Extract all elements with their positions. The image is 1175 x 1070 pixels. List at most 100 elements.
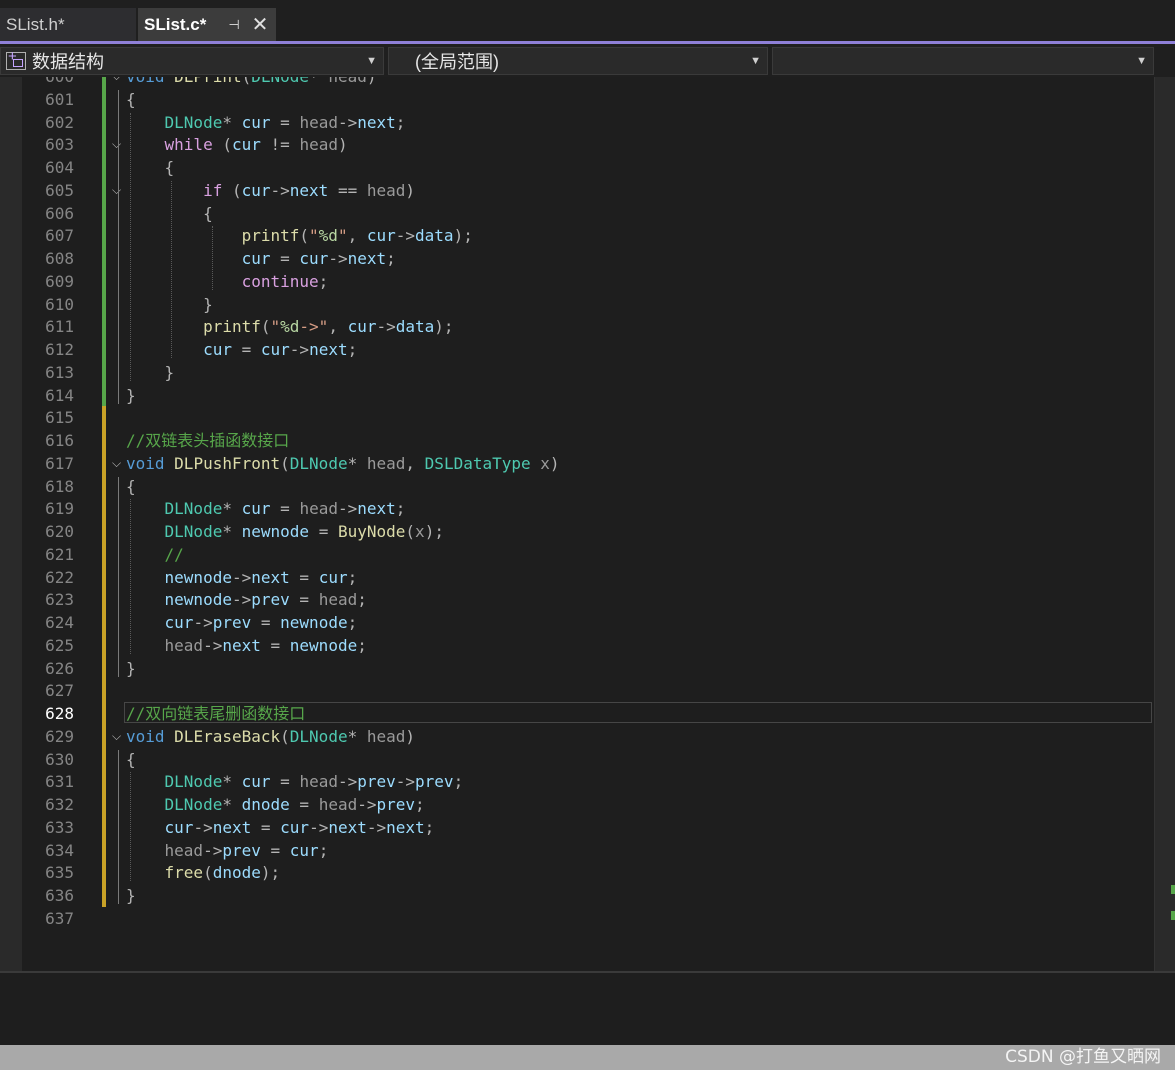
- code-token: head: [328, 77, 367, 86]
- code-text: head->next = newnode;: [126, 634, 367, 657]
- code-line[interactable]: 626}: [0, 656, 1154, 680]
- code-line[interactable]: 619 DLNode* cur = head->next;: [0, 497, 1154, 521]
- fold-toggle-icon[interactable]: ⌵: [112, 77, 121, 84]
- code-line[interactable]: 603 ⌵ while (cur != head): [0, 133, 1154, 157]
- code-token: ->: [231, 590, 252, 610]
- code-token: =: [299, 590, 310, 610]
- pin-icon[interactable]: ⊣: [224, 8, 244, 41]
- code-token: ->: [337, 112, 358, 132]
- code-line[interactable]: 624 cur->prev = newnode;: [0, 611, 1154, 634]
- code-text: DLNode* newnode = BuyNode(x);: [126, 520, 444, 543]
- line-number: 616: [45, 431, 74, 450]
- line-number: 610: [45, 294, 74, 314]
- code-line[interactable]: 607 printf("%d", cur->data);: [0, 224, 1154, 248]
- indent-guide: [130, 112, 131, 381]
- code-line[interactable]: 623 newnode->prev = head;: [0, 588, 1154, 612]
- code-line[interactable]: 614}: [0, 383, 1154, 407]
- close-icon[interactable]: ✕: [248, 8, 272, 41]
- code-line[interactable]: 629 ⌵ void DLEraseBack(DLNode* head): [0, 724, 1154, 748]
- code-line[interactable]: 637: [0, 907, 1154, 930]
- code-token: ->: [203, 840, 223, 860]
- code-line[interactable]: 636}: [0, 884, 1154, 907]
- code-line[interactable]: 609 continue;: [0, 269, 1154, 293]
- code-line[interactable]: 600 ⌵ void DLPrint(DLNode* head): [0, 77, 1154, 88]
- code-token: cur: [231, 135, 261, 155]
- code-token: if: [203, 180, 223, 200]
- tab-slist-c[interactable]: SList.c* ⊣ ✕: [138, 8, 276, 41]
- code-line[interactable]: 612 cur = cur->next;: [0, 338, 1154, 361]
- line-number: 627: [45, 681, 74, 701]
- line-number: 620: [45, 522, 74, 541]
- code-line[interactable]: 604 {: [0, 156, 1154, 179]
- code-editor[interactable]: 600⌵void DLPrint(DLNode* head)601{602 DL…: [0, 77, 1175, 971]
- code-line[interactable]: 627: [0, 679, 1154, 703]
- code-line[interactable]: 628 //双向链表尾删函数接口: [0, 702, 1154, 725]
- code-line[interactable]: 633 cur->next = cur->next->next;: [0, 815, 1154, 839]
- code-line[interactable]: 610 }: [0, 292, 1154, 316]
- code-token: ,: [347, 226, 358, 246]
- code-token: dnode: [241, 795, 290, 814]
- vertical-scrollbar[interactable]: [1154, 77, 1175, 971]
- code-line[interactable]: 601 {: [0, 87, 1154, 111]
- code-line[interactable]: 608 cur = cur->next;: [0, 247, 1154, 270]
- code-line[interactable]: 602 DLNode* cur = head->next;: [0, 110, 1154, 134]
- project-dropdown[interactable]: 数据结构 ▼: [0, 47, 384, 75]
- code-line[interactable]: 630 {: [0, 747, 1154, 771]
- code-token: BuyNode: [337, 522, 406, 541]
- code-line[interactable]: 625 head->next = newnode;: [0, 633, 1154, 657]
- fold-toggle-icon[interactable]: ⌵: [112, 729, 121, 744]
- code-token: (: [203, 863, 213, 883]
- code-token: DLNode: [289, 453, 348, 473]
- code-token: (: [280, 453, 290, 473]
- code-line[interactable]: 611 printf("%d->", cur->data);: [0, 315, 1154, 339]
- code-token: while: [164, 135, 213, 155]
- unsaved-change-marker: [102, 702, 106, 725]
- scope-dropdown[interactable]: (全局范围) ▼: [388, 47, 768, 75]
- member-dropdown[interactable]: ▼: [772, 47, 1154, 75]
- code-line[interactable]: 605 ⌵ if (cur->next == head): [0, 178, 1154, 202]
- code-line[interactable]: 635 free(dnode);: [0, 861, 1154, 885]
- code-line[interactable]: 613 }: [0, 360, 1154, 384]
- code-text: cur = cur->next;: [126, 338, 357, 361]
- tab-slist-h[interactable]: SList.h*: [0, 8, 136, 41]
- code-line[interactable]: 622 newnode->next = cur;: [0, 565, 1154, 589]
- code-token: head: [366, 726, 406, 746]
- saved-change-marker: [102, 269, 106, 293]
- code-token: DLNode: [164, 112, 223, 132]
- line-number: 630: [45, 749, 74, 769]
- code-token: ;: [357, 590, 367, 610]
- code-text: }: [126, 293, 213, 316]
- code-line[interactable]: 606 {: [0, 201, 1154, 225]
- code-token: ->: [357, 795, 377, 814]
- code-token: *: [347, 453, 358, 473]
- code-token: head: [299, 772, 338, 792]
- unsaved-change-marker: [102, 611, 106, 634]
- line-number: 623: [45, 590, 74, 610]
- code-token: cur: [366, 226, 396, 246]
- code-line[interactable]: 615: [0, 406, 1154, 430]
- code-line[interactable]: 621 //: [0, 542, 1154, 566]
- code-token: dnode: [212, 863, 261, 883]
- code-line[interactable]: 620 DLNode* newnode = BuyNode(x);: [0, 520, 1154, 543]
- code-line[interactable]: 634 head->prev = cur;: [0, 838, 1154, 862]
- code-line[interactable]: 618 {: [0, 474, 1154, 498]
- code-line[interactable]: 616 //双链表头插函数接口: [0, 429, 1154, 452]
- code-line[interactable]: 631 DLNode* cur = head->prev->prev;: [0, 770, 1154, 794]
- line-number: 607: [45, 226, 74, 246]
- code-token: newnode: [164, 590, 232, 610]
- code-line[interactable]: 617 ⌵ void DLPushFront(DLNode* head, DSLDa…: [0, 451, 1154, 475]
- code-line[interactable]: 632 DLNode* dnode = head->prev;: [0, 793, 1154, 816]
- fold-toggle-icon[interactable]: ⌵: [112, 456, 121, 471]
